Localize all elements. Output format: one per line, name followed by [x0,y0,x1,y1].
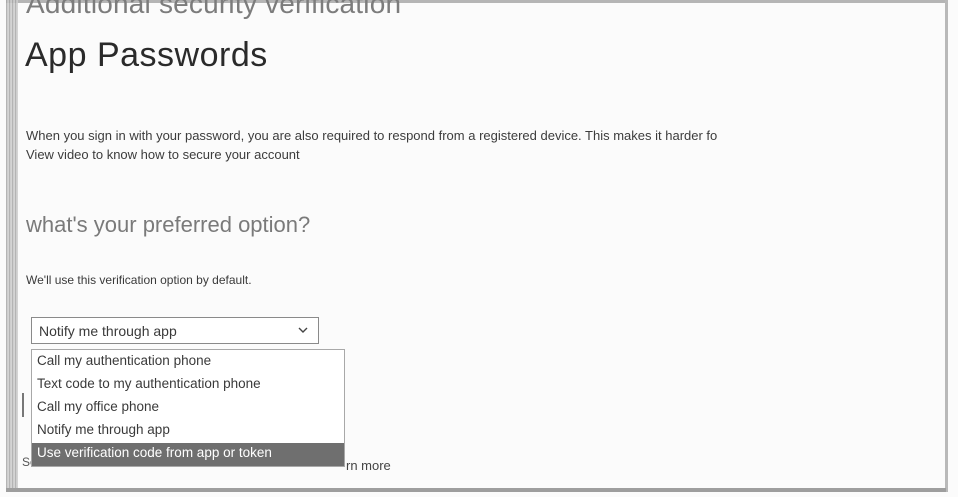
bottom-border [6,488,946,492]
default-option-text: We'll use this verification option by de… [26,273,252,287]
left-border [6,0,18,490]
chevron-down-icon [298,327,308,333]
intro-text: When you sign in with your password, you… [26,128,718,143]
obscured-heading-edge [22,393,24,417]
option-text-code[interactable]: Text code to my authentication phone [32,374,344,397]
page-title: App Passwords [25,36,268,74]
preferred-option-heading: what's your preferred option? [26,212,311,237]
verification-option-list: Call my authentication phone Text code t… [31,349,345,467]
select-value: Notify me through app [39,323,177,339]
option-notify-app[interactable]: Notify me through app [32,420,344,443]
view-video-text: View video to know how to secure your ac… [26,147,300,162]
option-call-office-phone[interactable]: Call my office phone [32,397,344,420]
section-title: Additional security verification [26,0,402,19]
verification-option-select[interactable]: Notify me through app [31,317,319,344]
option-call-auth-phone[interactable]: Call my authentication phone [32,351,344,374]
right-border [945,0,948,492]
option-verification-code[interactable]: Use verification code from app or token [32,443,344,466]
page-frame: Additional security verification App Pas… [0,0,958,497]
learn-more-link[interactable]: rn more [346,458,391,473]
